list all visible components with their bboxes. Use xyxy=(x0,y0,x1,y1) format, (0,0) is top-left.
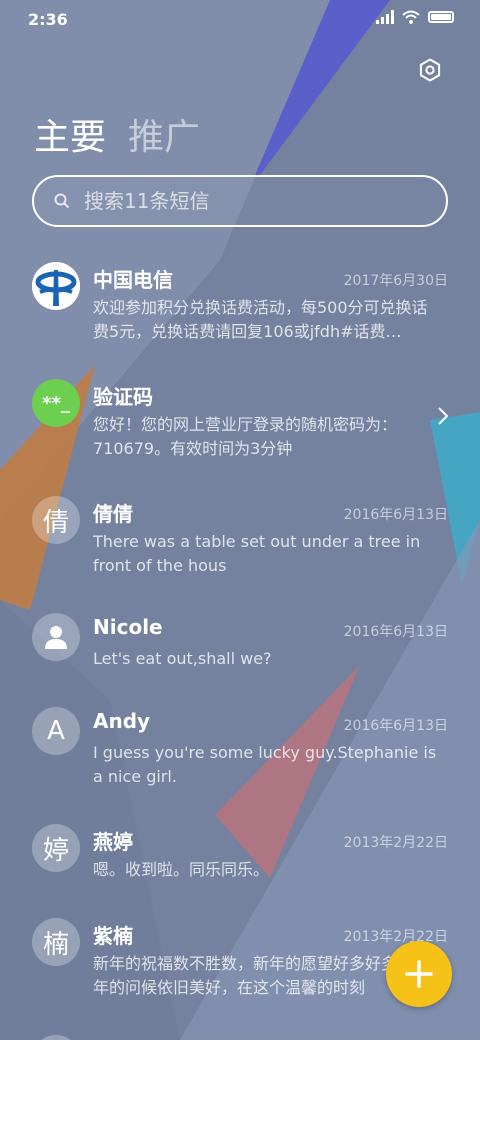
message-preview: Let's eat out,shall we? xyxy=(93,649,272,668)
conversation-item[interactable]: Nicole 2016年6月13日 Let's eat out,shall we… xyxy=(0,599,480,693)
message-preview: 嗯。收到啦。同乐同乐。 xyxy=(93,860,270,879)
verification-code-avatar: **_ xyxy=(32,379,80,427)
conversation-item[interactable]: **_ 验证码 您好！您的网上营业厅登录的随机密码为：710679。有效时间为3… xyxy=(0,365,480,482)
message-date: 2016年6月13日 xyxy=(343,507,448,523)
contact-name: 中国电信 xyxy=(93,268,173,292)
tab-promotion[interactable]: 推广 xyxy=(128,108,200,160)
contact-name: 验证码 xyxy=(93,385,153,409)
person-icon xyxy=(45,626,67,649)
contact-avatar: 婷 xyxy=(32,824,80,872)
wifi-icon xyxy=(402,10,420,24)
contact-name: Nicole xyxy=(93,615,163,639)
signal-icon xyxy=(376,10,394,24)
status-icons xyxy=(376,10,454,24)
contact-name: 倩倩 xyxy=(93,502,133,526)
conversation-item[interactable]: 中国电信 2017年6月30日 欢迎参加积分兑换话费活动，每500分可兑换话费5… xyxy=(0,248,480,365)
tab-bar: 主要 推广 xyxy=(34,108,200,160)
search-icon xyxy=(54,193,70,209)
contact-avatar xyxy=(32,1035,80,1083)
contact-name: 紫楠 xyxy=(93,924,133,948)
contact-name: Andy xyxy=(93,709,151,733)
message-preview: There was a table set out under a tree i… xyxy=(93,532,421,575)
china-telecom-logo-avatar xyxy=(32,262,80,310)
search-input[interactable] xyxy=(82,188,416,214)
conversation-item[interactable]: 子玲 xyxy=(0,1021,480,1138)
contact-name: 燕婷 xyxy=(93,830,133,854)
chevron-right-icon[interactable] xyxy=(436,405,450,427)
search-bar[interactable] xyxy=(32,175,448,227)
contact-avatar: A xyxy=(32,707,80,755)
message-preview: I guess you're some lucky guy.Stephanie … xyxy=(93,743,437,786)
contact-name: 子玲 xyxy=(93,1041,133,1065)
message-date: 2016年6月13日 xyxy=(343,718,448,734)
gear-icon xyxy=(419,58,441,82)
conversation-item[interactable]: 婷 燕婷 2013年2月22日 嗯。收到啦。同乐同乐。 xyxy=(0,810,480,904)
message-preview: 欢迎参加积分兑换话费活动，每500分可兑换话费5元，兑换话费请回复106或jfd… xyxy=(93,298,428,341)
message-date: 2017年6月30日 xyxy=(343,273,448,289)
message-preview: 您好！您的网上营业厅登录的随机密码为：710679。有效时间为3分钟 xyxy=(93,415,398,458)
conversation-item[interactable]: 倩 倩倩 2016年6月13日 There was a table set ou… xyxy=(0,482,480,599)
message-date: 2016年6月13日 xyxy=(343,624,448,640)
plus-icon xyxy=(405,960,433,988)
status-time: 2:36 xyxy=(28,10,68,29)
battery-icon xyxy=(428,11,454,23)
contact-avatar xyxy=(32,613,80,661)
contact-avatar: 楠 xyxy=(32,918,80,966)
settings-button[interactable] xyxy=(412,52,448,88)
new-message-button[interactable] xyxy=(386,941,452,1007)
message-date: 2013年2月22日 xyxy=(343,835,448,851)
tab-main[interactable]: 主要 xyxy=(34,108,106,160)
conversation-item[interactable]: A Andy 2016年6月13日 I guess you're some lu… xyxy=(0,693,480,810)
contact-avatar: 倩 xyxy=(32,496,80,544)
